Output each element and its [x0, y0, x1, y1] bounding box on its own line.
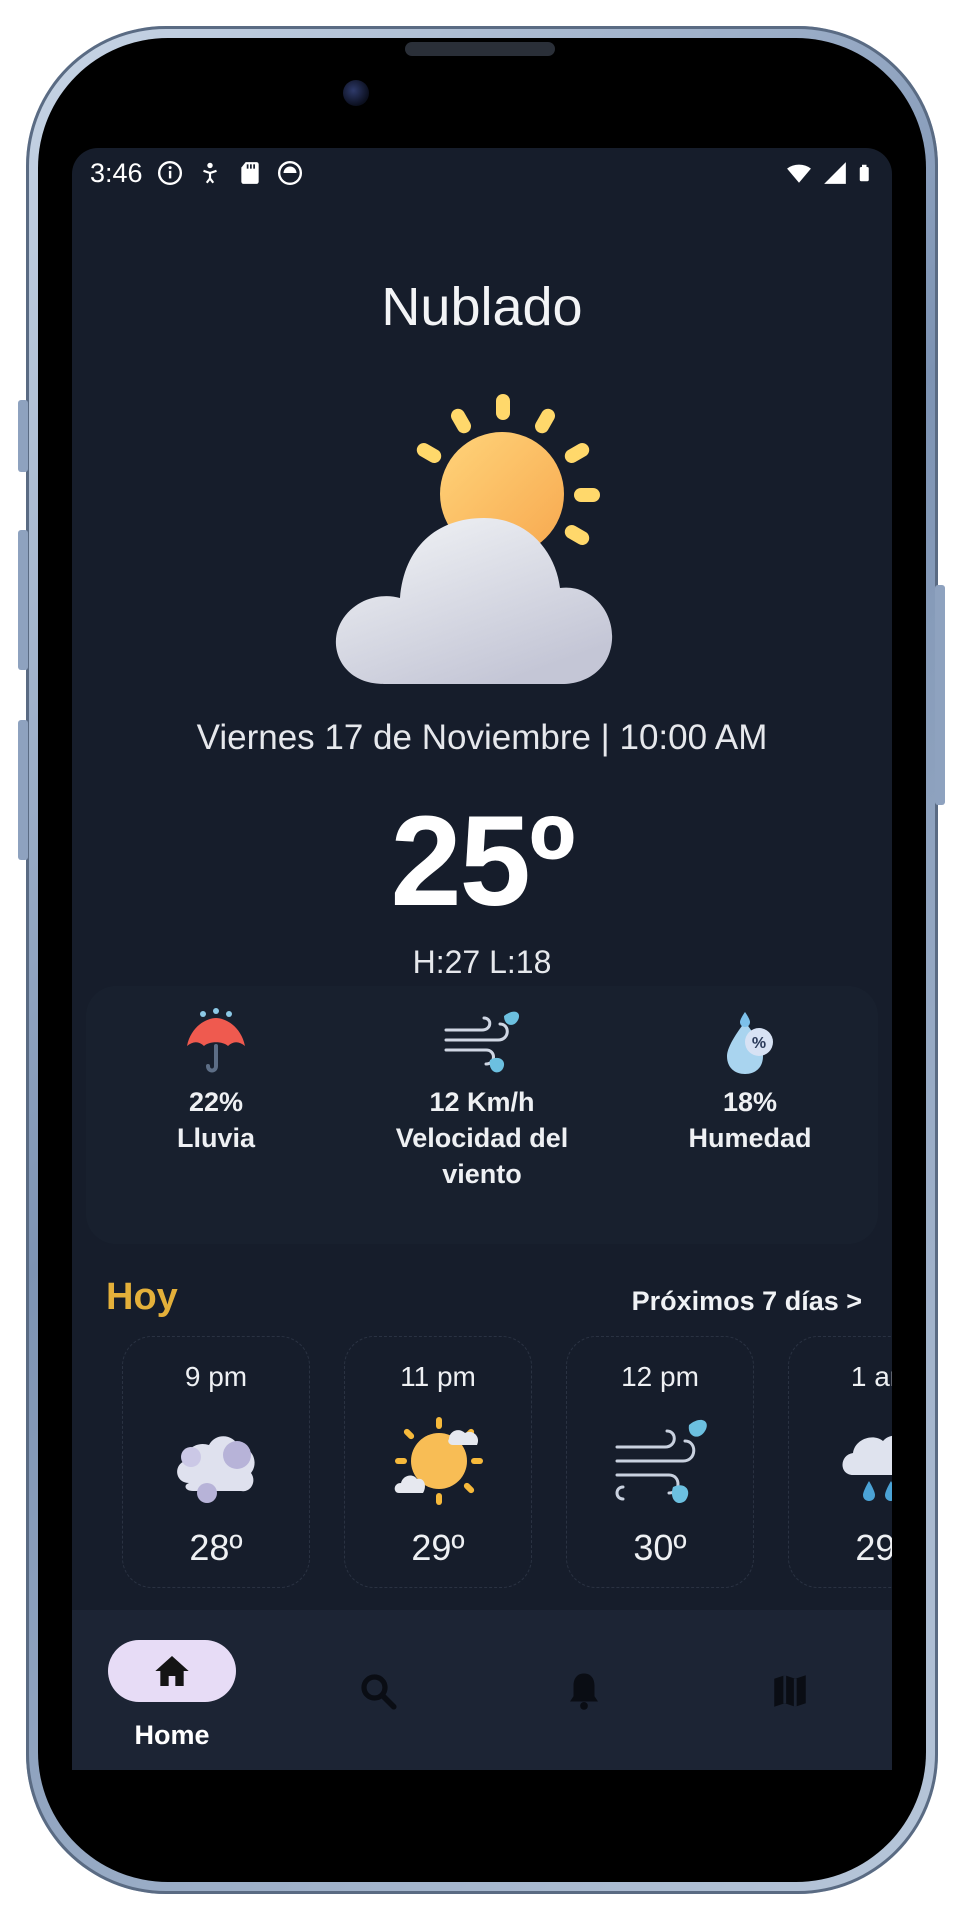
stat-humidity-value: 18% — [722, 1087, 778, 1117]
app-screen: 3:46 Nublado Viernes 17 de Noviembre | 1… — [72, 148, 892, 1770]
svg-text:%: % — [752, 1035, 766, 1052]
front-camera — [343, 80, 369, 106]
hour-time: 9 pm — [184, 1361, 248, 1392]
map-icon — [774, 1675, 806, 1707]
hour-card[interactable]: 12 pm 30º — [566, 1336, 754, 1588]
hour-time: 11 pm — [400, 1361, 476, 1392]
stat-humidity-label: Humedad — [688, 1123, 812, 1153]
hour-card[interactable]: 11 pm 29º — [344, 1336, 532, 1588]
date-time: Viernes 17 de Noviembre | 10:00 AM — [196, 718, 768, 757]
cloud-sun-icon — [335, 394, 613, 684]
nav-item-home[interactable]: Home — [102, 1640, 242, 1760]
status-bar: 3:46 — [72, 148, 892, 198]
wind-icon — [444, 1011, 520, 1073]
hour-temp: 29º — [411, 1527, 465, 1568]
current-temperature: 25º — [390, 790, 575, 933]
hour-temp: 29º — [855, 1527, 892, 1568]
stat-humidity: % 18% Humedad — [630, 1008, 870, 1156]
volume-down-button — [18, 530, 28, 670]
accessibility-icon — [202, 162, 217, 184]
hour-time: 1 am — [850, 1361, 892, 1392]
silent-switch — [18, 720, 28, 860]
nav-item-map[interactable] — [720, 1640, 860, 1760]
nav-label-home: Home — [134, 1720, 210, 1750]
home-icon — [155, 1656, 189, 1686]
rain-cloud-icon — [842, 1435, 892, 1501]
bell-icon — [570, 1673, 598, 1710]
search-icon — [361, 1674, 397, 1710]
power-button — [935, 585, 945, 805]
nav-item-search[interactable] — [308, 1640, 448, 1760]
cloudy-night-icon — [177, 1436, 255, 1503]
sd-card-icon — [240, 162, 259, 184]
stat-wind-label: Velocidad del viento — [395, 1123, 569, 1189]
forecast-title: Hoy — [106, 1276, 178, 1318]
privacy-icon — [277, 160, 302, 186]
stat-wind-value: 12 Km/h — [429, 1087, 535, 1117]
high-low-temperature: H:27 L:18 — [412, 944, 552, 980]
sun-cloud-icon — [394, 1417, 483, 1505]
nav-item-notifications[interactable] — [514, 1640, 654, 1760]
hour-card[interactable]: 1 am 29º — [788, 1336, 892, 1588]
next-7-days-link[interactable]: Próximos 7 días > — [632, 1286, 862, 1317]
weather-condition: Nublado — [381, 277, 583, 337]
signal-icon — [824, 162, 846, 184]
stat-rain: 22% Lluvia — [96, 1008, 336, 1156]
umbrella-icon — [187, 1008, 245, 1073]
wifi-icon — [787, 164, 811, 183]
phone-speaker — [405, 42, 555, 56]
status-time: 3:46 — [90, 157, 143, 188]
stat-rain-label: Lluvia — [176, 1123, 256, 1153]
wind-icon — [615, 1419, 707, 1504]
hour-temp: 28º — [189, 1527, 243, 1568]
hour-time: 12 pm — [621, 1361, 699, 1392]
bottom-navigation: Home — [72, 1610, 892, 1770]
humidity-icon: % — [727, 1012, 773, 1074]
battery-icon — [859, 164, 869, 182]
stat-rain-value: 22% — [188, 1087, 244, 1117]
stat-wind: 12 Km/h Velocidad del viento — [362, 1008, 602, 1192]
hour-card[interactable]: 9 pm 28º — [122, 1336, 310, 1588]
hour-temp: 30º — [633, 1527, 687, 1568]
volume-up-button — [18, 400, 28, 472]
info-icon — [157, 160, 182, 186]
